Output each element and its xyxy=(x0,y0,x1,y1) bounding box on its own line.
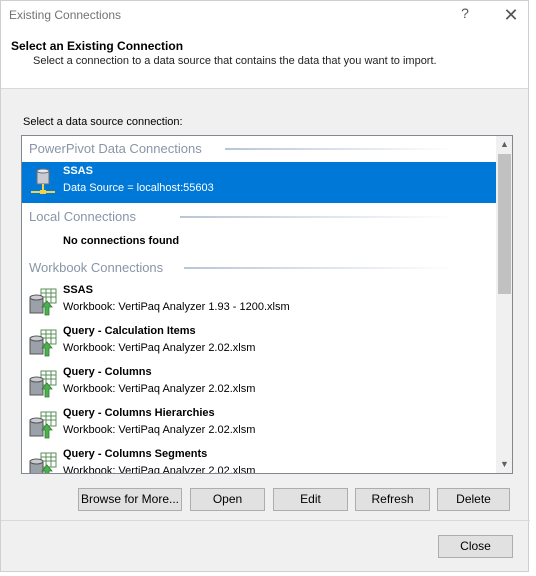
workbook-connection-icon xyxy=(28,410,58,440)
footer-divider xyxy=(1,520,530,521)
group-divider xyxy=(225,148,455,150)
connection-name: Query - Columns xyxy=(63,366,152,378)
scroll-up-arrow-icon[interactable]: ▲ xyxy=(496,136,512,153)
dialog-header: Select an Existing Connection Select a c… xyxy=(1,31,528,89)
workbook-connection-icon xyxy=(28,451,58,473)
connection-detail: Workbook: VertiPaq Analyzer 2.02.xlsm xyxy=(63,424,256,436)
open-button[interactable]: Open xyxy=(190,488,265,511)
delete-button[interactable]: Delete xyxy=(437,488,510,511)
connection-item[interactable]: Query - Columns Hierarchies Workbook: Ve… xyxy=(22,404,496,445)
connection-name: SSAS xyxy=(63,284,93,296)
group-header-local: Local Connections xyxy=(29,209,136,224)
connection-item[interactable]: Query - Calculation Items Workbook: Vert… xyxy=(22,322,496,363)
scroll-down-arrow-icon[interactable]: ▼ xyxy=(496,456,512,473)
connection-detail: Workbook: VertiPaq Analyzer 2.02.xlsm xyxy=(63,383,256,395)
connection-detail: Data Source = localhost:55603 xyxy=(63,182,214,194)
connection-item[interactable]: Query - Columns Workbook: VertiPaq Analy… xyxy=(22,363,496,404)
connection-detail: Workbook: VertiPaq Analyzer 2.02.xlsm xyxy=(63,342,256,354)
vertical-scrollbar[interactable]: ▲ ▼ xyxy=(496,136,512,473)
workbook-connection-icon xyxy=(28,287,58,317)
close-button[interactable]: Close xyxy=(438,535,513,558)
connection-detail: Workbook: VertiPaq Analyzer 2.02.xlsm xyxy=(63,465,256,474)
workbook-connection-icon xyxy=(28,328,58,358)
list-label: Select a data source connection: xyxy=(23,116,183,128)
group-divider xyxy=(184,267,455,269)
connection-item[interactable]: SSAS Workbook: VertiPaq Analyzer 1.93 - … xyxy=(22,281,496,322)
database-server-icon xyxy=(28,168,58,198)
close-icon[interactable]: ✕ xyxy=(501,3,521,27)
window-title: Existing Connections xyxy=(9,8,122,22)
no-connections-message: No connections found xyxy=(63,235,180,247)
connection-name: SSAS xyxy=(63,165,93,177)
connection-detail: Workbook: VertiPaq Analyzer 1.93 - 1200.… xyxy=(63,301,290,313)
scrollbar-thumb[interactable] xyxy=(498,154,511,294)
header-subtitle: Select a connection to a data source tha… xyxy=(33,55,437,67)
help-icon[interactable]: ? xyxy=(457,5,473,25)
browse-for-more-button[interactable]: Browse for More... xyxy=(78,488,182,511)
connection-name: Query - Columns Segments xyxy=(63,448,208,460)
connection-name: Query - Columns Hierarchies xyxy=(63,407,215,419)
refresh-button[interactable]: Refresh xyxy=(355,488,430,511)
existing-connections-dialog: Existing Connections ? ✕ Select an Exist… xyxy=(0,0,530,572)
group-divider xyxy=(180,216,455,218)
connection-item-ssas-powerpivot[interactable]: SSAS Data Source = localhost:55603 xyxy=(22,162,496,203)
edit-button[interactable]: Edit xyxy=(273,488,348,511)
group-header-powerpivot: PowerPivot Data Connections xyxy=(29,141,202,156)
header-title: Select an Existing Connection xyxy=(11,39,184,53)
connection-name: Query - Calculation Items xyxy=(63,325,196,337)
workbook-connection-icon xyxy=(28,369,58,399)
connection-item[interactable]: Query - Columns Segments Workbook: Verti… xyxy=(22,445,496,474)
connections-listbox[interactable]: PowerPivot Data Connections SSAS Data So… xyxy=(21,135,513,474)
title-bar: Existing Connections ? ✕ xyxy=(1,1,528,31)
group-header-workbook: Workbook Connections xyxy=(29,260,164,275)
